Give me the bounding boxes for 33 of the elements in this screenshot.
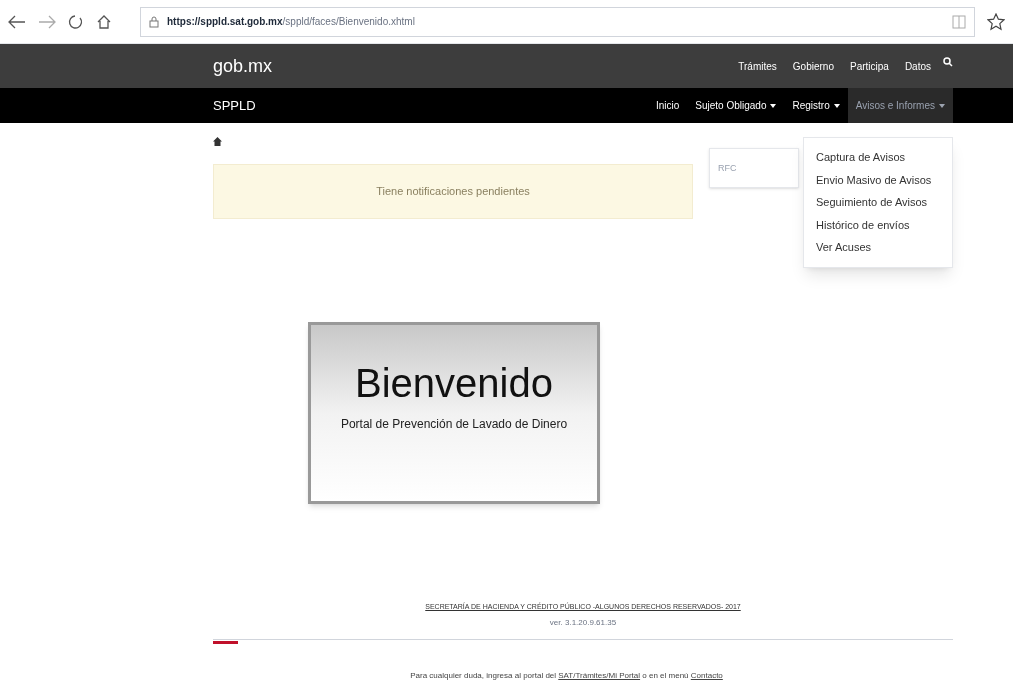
rfc-field[interactable]: RFC [709,148,799,188]
gobmx-logo[interactable]: gob.mx [213,52,273,80]
welcome-subtitle: Portal de Prevención de Lavado de Dinero [340,416,568,433]
refresh-icon[interactable] [68,13,84,30]
home-icon[interactable] [96,13,112,30]
lock-icon [149,15,159,28]
welcome-title: Bienvenido [355,363,553,403]
search-icon[interactable] [943,57,953,67]
top-nav-link[interactable]: Participa [849,58,889,74]
nav-menu-item[interactable]: Registro [784,88,848,123]
top-nav-link[interactable]: Trámites [738,58,777,74]
portal-link[interactable]: SAT/Trámites/Mi Portal [558,670,641,680]
sppld-brand[interactable]: SPPLD [213,95,256,116]
version-text: ver. 3.1.20.9.61.35 [549,616,617,629]
url-text: https://sppld.sat.gob.mx/sppld/faces/Bienvenido.xhtml [167,15,415,29]
dropdown-menu-item[interactable]: Seguimiento de Avisos [804,191,952,214]
dropdown-menu-item[interactable]: Envio Masivo de Avisos [804,168,952,191]
dropdown-menu-item[interactable]: Histórico de envíos [804,213,952,236]
dropdown-menu-item[interactable]: Captura de Avisos [804,146,952,169]
help-text: Para cualquier duda, ingresa al portal del SAT/Trámites/Mi Portal o en el menú Contacto [410,669,723,682]
favorite-star-icon[interactable] [987,12,1005,31]
nav-menu-item[interactable]: Sujeto Obligado [687,88,785,123]
address-bar[interactable]: https://sppld.sat.gob.mx/sppld/faces/Bienvenido.xhtml [140,6,975,37]
dropdown-menu-item[interactable]: Ver Acuses [804,236,952,259]
notification-alert: Tiene notificaciones pendientes [213,164,693,219]
nav-menu-item[interactable]: Inicio [647,88,688,123]
nav-menu-item[interactable]: Avisos e Informes [847,88,953,123]
back-icon[interactable] [8,14,26,29]
top-nav-link[interactable]: Gobierno [792,58,834,74]
contact-link[interactable]: Contacto [690,670,723,680]
home-icon[interactable] [213,137,222,146]
top-nav-link[interactable]: Datos [904,58,931,74]
accent-mark [213,640,238,644]
